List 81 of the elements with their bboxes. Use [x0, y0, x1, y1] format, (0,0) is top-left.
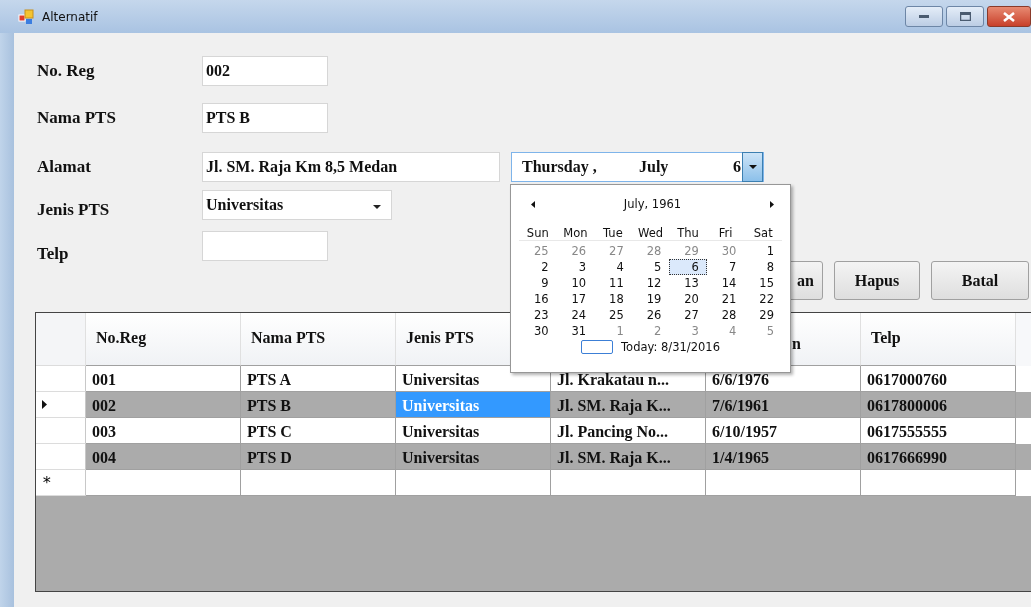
calendar-day[interactable]: 9	[519, 275, 557, 291]
calendar-day[interactable]: 31	[556, 323, 595, 339]
calendar-day[interactable]: 10	[556, 275, 595, 291]
calendar-day[interactable]: 2	[631, 323, 670, 339]
weekday-label: Sun	[525, 226, 550, 240]
calendar-day[interactable]: 24	[556, 307, 595, 323]
calendar-day[interactable]: 28	[706, 307, 745, 323]
action-button[interactable]: Batal	[931, 261, 1029, 300]
minimize-button[interactable]	[905, 6, 943, 27]
calendar-day[interactable]: 2	[519, 259, 557, 275]
close-icon	[1003, 11, 1015, 22]
current-row-icon	[42, 400, 47, 409]
weekday-label: Wed	[636, 226, 665, 240]
dropdown[interactable]: Universitas	[202, 190, 392, 220]
calendar-day[interactable]: 4	[706, 323, 745, 339]
today-marker	[581, 340, 614, 354]
calendar-day[interactable]: 26	[631, 307, 670, 323]
minimize-icon	[919, 14, 929, 19]
new-row-marker: *	[36, 470, 86, 496]
calendar-day[interactable]: 16	[519, 291, 557, 307]
field-label: Jenis PTS	[37, 199, 111, 220]
calendar-day[interactable]: 4	[594, 259, 632, 275]
left-arrow-icon	[531, 200, 535, 208]
field-label: Nama PTS	[37, 107, 117, 128]
calendar-day[interactable]: 1	[744, 243, 782, 259]
field-label: No. Reg	[37, 60, 96, 81]
calendar-day[interactable]: 3	[556, 259, 595, 275]
caret-icon	[748, 165, 757, 169]
today-link[interactable]: Today: 8/31/2016	[621, 340, 720, 354]
right-arrow-icon	[770, 200, 774, 208]
calendar-day[interactable]: 5	[744, 323, 782, 339]
input-field[interactable]	[202, 231, 328, 261]
calendar-day[interactable]: 25	[519, 243, 557, 259]
calendar-day[interactable]: 27	[594, 243, 632, 259]
column-header[interactable]: Nama PTS	[241, 313, 396, 366]
calendar-day[interactable]: 25	[594, 307, 632, 323]
calendar-day[interactable]: 26	[556, 243, 595, 259]
calendar-day[interactable]: 18	[594, 291, 632, 307]
calendar-day[interactable]: 29	[669, 243, 707, 259]
dropdown-button[interactable]	[742, 152, 763, 182]
calendar-day[interactable]: 27	[669, 307, 707, 323]
month-title[interactable]: July, 1961	[537, 197, 768, 211]
column-header[interactable]: No.Reg	[86, 313, 241, 366]
weekday-label: Fri	[717, 226, 734, 240]
calendar-day[interactable]: 28	[631, 243, 670, 259]
date-picker[interactable]: Thursday , July 6	[511, 152, 764, 182]
calendar-day[interactable]: 3	[669, 323, 707, 339]
calendar-day[interactable]: 6	[669, 259, 707, 275]
calendar-day[interactable]: 20	[669, 291, 707, 307]
calendar-day[interactable]: 13	[669, 275, 707, 291]
action-button[interactable]: Hapus	[834, 261, 920, 300]
weekday-label: Sat	[752, 226, 774, 240]
weekday-label: Tue	[602, 226, 624, 240]
weekday-label: Mon	[562, 226, 589, 240]
field-label: Alamat	[37, 156, 92, 177]
input-field[interactable]: PTS B	[202, 103, 328, 133]
calendar-day[interactable]: 11	[594, 275, 632, 291]
table-cell: Universitas	[396, 392, 551, 418]
previous-month-button[interactable]	[529, 198, 537, 210]
calendar-day[interactable]: 14	[706, 275, 745, 291]
weekday-label: Thu	[676, 226, 700, 240]
calendar-day[interactable]: 1	[594, 323, 632, 339]
input-field[interactable]: Jl. SM. Raja Km 8,5 Medan	[202, 152, 500, 182]
maximize-button[interactable]	[946, 6, 984, 27]
app-icon	[18, 8, 34, 25]
close-button[interactable]	[987, 6, 1031, 27]
calendar-day[interactable]: 30	[706, 243, 745, 259]
calendar-day[interactable]: 21	[706, 291, 745, 307]
maximize-icon	[959, 12, 971, 21]
calendar-day[interactable]: 12	[631, 275, 670, 291]
next-month-button[interactable]	[768, 198, 776, 210]
calendar-day[interactable]: 7	[706, 259, 745, 275]
field-label: Telp	[37, 243, 70, 264]
input-field[interactable]: 002	[202, 56, 328, 86]
caret-icon	[373, 205, 381, 209]
calendar-day[interactable]: 17	[556, 291, 595, 307]
column-header[interactable]: Telp	[861, 313, 1016, 366]
calendar-day[interactable]: 19	[631, 291, 670, 307]
calendar-day[interactable]: 5	[631, 259, 670, 275]
calendar-day[interactable]: 29	[744, 307, 782, 323]
window-title: Alternatif	[42, 9, 98, 24]
